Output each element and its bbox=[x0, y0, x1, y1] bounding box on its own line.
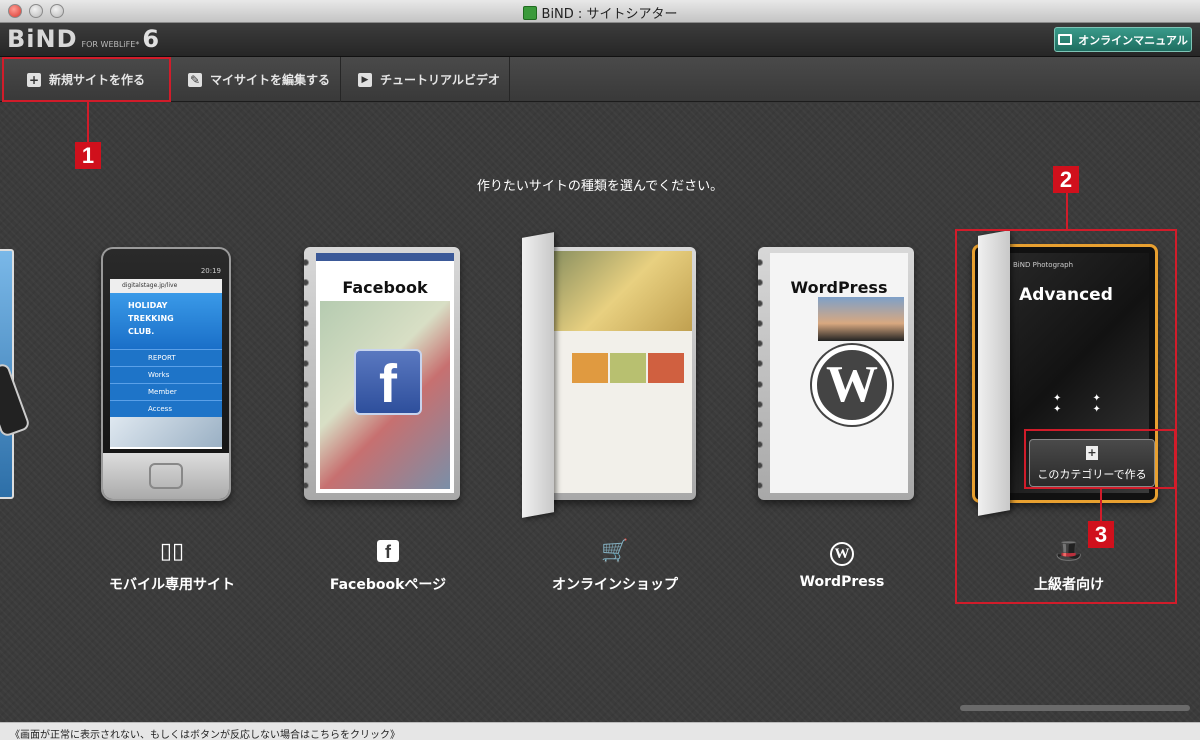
logo-version: 6 bbox=[142, 25, 160, 53]
binder-rings bbox=[304, 259, 310, 489]
highlight-create-button bbox=[1024, 429, 1176, 489]
connector-2 bbox=[1066, 193, 1068, 229]
phone-url-bar: digitalstage.jp/live bbox=[110, 279, 222, 293]
online-manual-button[interactable]: オンラインマニュアル bbox=[1054, 27, 1192, 52]
facebook-topbar bbox=[316, 253, 454, 261]
hero-line: TREKKING bbox=[128, 314, 174, 323]
menu-item: Member bbox=[110, 383, 222, 400]
shop-product-row bbox=[572, 353, 684, 383]
mobile-template-card[interactable]: 20:19 digitalstage.jp/live HOLIDAY TREKK… bbox=[101, 247, 231, 501]
edit-site-label: マイサイトを編集する bbox=[210, 73, 331, 87]
phone-menu: REPORT Works Member Access bbox=[110, 349, 222, 417]
phone-status-bar: 20:19 bbox=[200, 267, 221, 275]
app-header: BiND FOR WEBLiFE* 6 オンラインマニュアル bbox=[0, 23, 1200, 57]
shop-hero-image bbox=[554, 251, 692, 331]
annotation-badge-2: 2 bbox=[1053, 166, 1079, 193]
online-manual-label: オンラインマニュアル bbox=[1078, 33, 1188, 47]
bind-logo: BiND FOR WEBLiFE* 6 bbox=[7, 25, 159, 55]
toolbar: + 新規サイトを作る ✎ マイサイトを編集する ▶ チュートリアルビデオ bbox=[0, 57, 1200, 102]
facebook-card-title: Facebook bbox=[342, 278, 428, 297]
category-wordpress[interactable]: W WordPress bbox=[742, 539, 942, 590]
online-shop-template-card[interactable] bbox=[548, 247, 696, 500]
logo-sub: FOR WEBLiFE* bbox=[81, 40, 140, 49]
annotation-badge-3: 3 bbox=[1088, 521, 1114, 548]
phone-screen: digitalstage.jp/live HOLIDAY TREKKING CL… bbox=[110, 279, 222, 449]
phone-keypad bbox=[103, 453, 229, 499]
category-label: WordPress bbox=[799, 574, 885, 590]
category-label: Facebookページ bbox=[329, 577, 447, 593]
tutorial-video-label: チュートリアルビデオ bbox=[380, 73, 500, 87]
status-bar-link[interactable]: 《画面が正常に表示されない、もしくはボタンが反応しない場合はこちらをクリック》 bbox=[0, 722, 1200, 740]
book-icon bbox=[1058, 34, 1073, 45]
menu-item: Access bbox=[110, 400, 222, 417]
wordpress-hero-image bbox=[818, 297, 904, 341]
phone-hero: HOLIDAY TREKKING CLUB. bbox=[110, 293, 222, 349]
pencil-icon: ✎ bbox=[188, 72, 202, 87]
facebook-logo-icon: f bbox=[354, 349, 422, 415]
play-icon: ▶ bbox=[358, 72, 372, 87]
logo-main: BiND bbox=[7, 25, 78, 53]
category-facebook[interactable]: f Facebookページ bbox=[288, 539, 488, 594]
horizontal-scrollbar[interactable] bbox=[960, 705, 1190, 711]
binder-rings bbox=[758, 259, 764, 489]
category-shop[interactable]: 🛒 オンラインショップ bbox=[515, 539, 715, 594]
menu-item: REPORT bbox=[110, 349, 222, 366]
facebook-icon: f bbox=[288, 539, 488, 565]
highlight-new-site bbox=[2, 57, 171, 102]
instruction-text: 作りたいサイトの種類を選んでください。 bbox=[476, 179, 724, 194]
category-label: モバイル専用サイト bbox=[109, 577, 235, 593]
hero-line: HOLIDAY bbox=[128, 301, 168, 310]
annotation-badge-1: 1 bbox=[75, 142, 101, 169]
tutorial-video-button[interactable]: ▶ チュートリアルビデオ bbox=[341, 57, 510, 102]
category-mobile[interactable]: ▯▯ モバイル専用サイト bbox=[72, 539, 272, 594]
wordpress-icon: W bbox=[742, 539, 942, 566]
connector-3 bbox=[1100, 489, 1102, 522]
category-label: オンラインショップ bbox=[552, 577, 678, 593]
connector-1 bbox=[87, 102, 89, 142]
edit-site-button[interactable]: ✎ マイサイトを編集する bbox=[171, 57, 341, 102]
mobile-icon: ▯▯ bbox=[159, 539, 185, 564]
wordpress-logo-icon: W bbox=[812, 345, 892, 425]
phone-image bbox=[110, 417, 222, 447]
cart-icon: 🛒 bbox=[601, 539, 629, 564]
dpad-icon bbox=[149, 463, 183, 489]
window-titlebar: BiND : サイトシアター bbox=[0, 0, 1200, 23]
facebook-preview: Facebook f bbox=[316, 253, 454, 493]
app-icon bbox=[522, 6, 537, 20]
hero-line: CLUB. bbox=[128, 327, 155, 336]
wordpress-template-card[interactable]: WordPress W bbox=[758, 247, 914, 500]
wordpress-preview: WordPress W bbox=[770, 253, 908, 493]
wordpress-card-title: WordPress bbox=[790, 278, 888, 297]
partial-phone-left bbox=[0, 361, 32, 439]
shop-preview bbox=[554, 251, 692, 493]
window-title-container: BiND : サイトシアター bbox=[0, 3, 1200, 22]
shop-binder-cover bbox=[522, 232, 554, 518]
facebook-template-card[interactable]: Facebook f bbox=[304, 247, 460, 500]
window-title: BiND : サイトシアター bbox=[541, 7, 678, 22]
menu-item: Works bbox=[110, 366, 222, 383]
highlight-advanced-category bbox=[955, 229, 1177, 604]
